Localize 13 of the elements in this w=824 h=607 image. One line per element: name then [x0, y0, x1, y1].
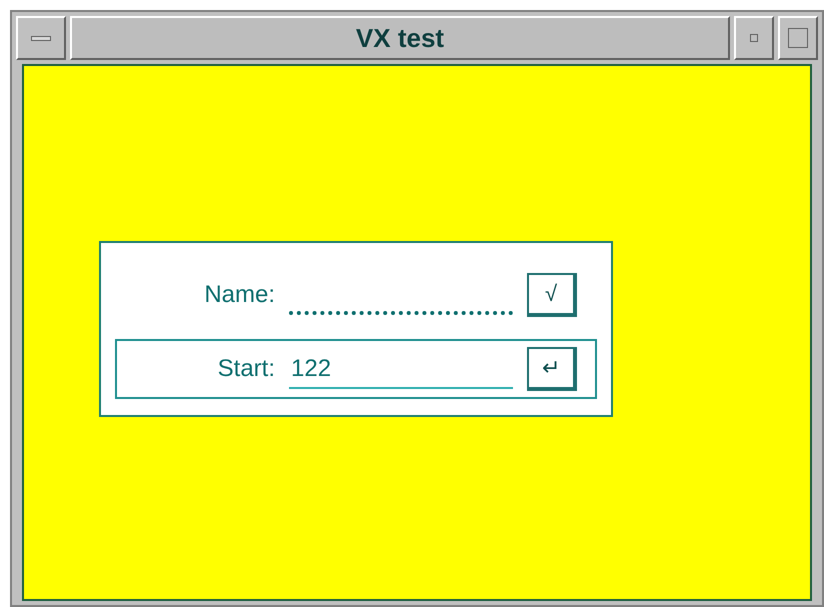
field-value: 122 — [291, 354, 332, 384]
input-field[interactable]: 122 — [289, 348, 513, 388]
minimize-button[interactable] — [734, 16, 774, 60]
square-icon — [750, 34, 758, 42]
confirm-button[interactable]: ↵ — [527, 346, 577, 390]
window-title: VX test — [356, 22, 444, 54]
square-icon — [788, 28, 808, 48]
field-label: Start: — [216, 354, 276, 384]
window-menu-button[interactable] — [16, 16, 66, 60]
minus-icon — [31, 36, 51, 40]
field-label: Name: — [203, 280, 276, 310]
confirm-button[interactable]: √ — [527, 272, 577, 316]
maximize-button[interactable] — [778, 16, 818, 60]
